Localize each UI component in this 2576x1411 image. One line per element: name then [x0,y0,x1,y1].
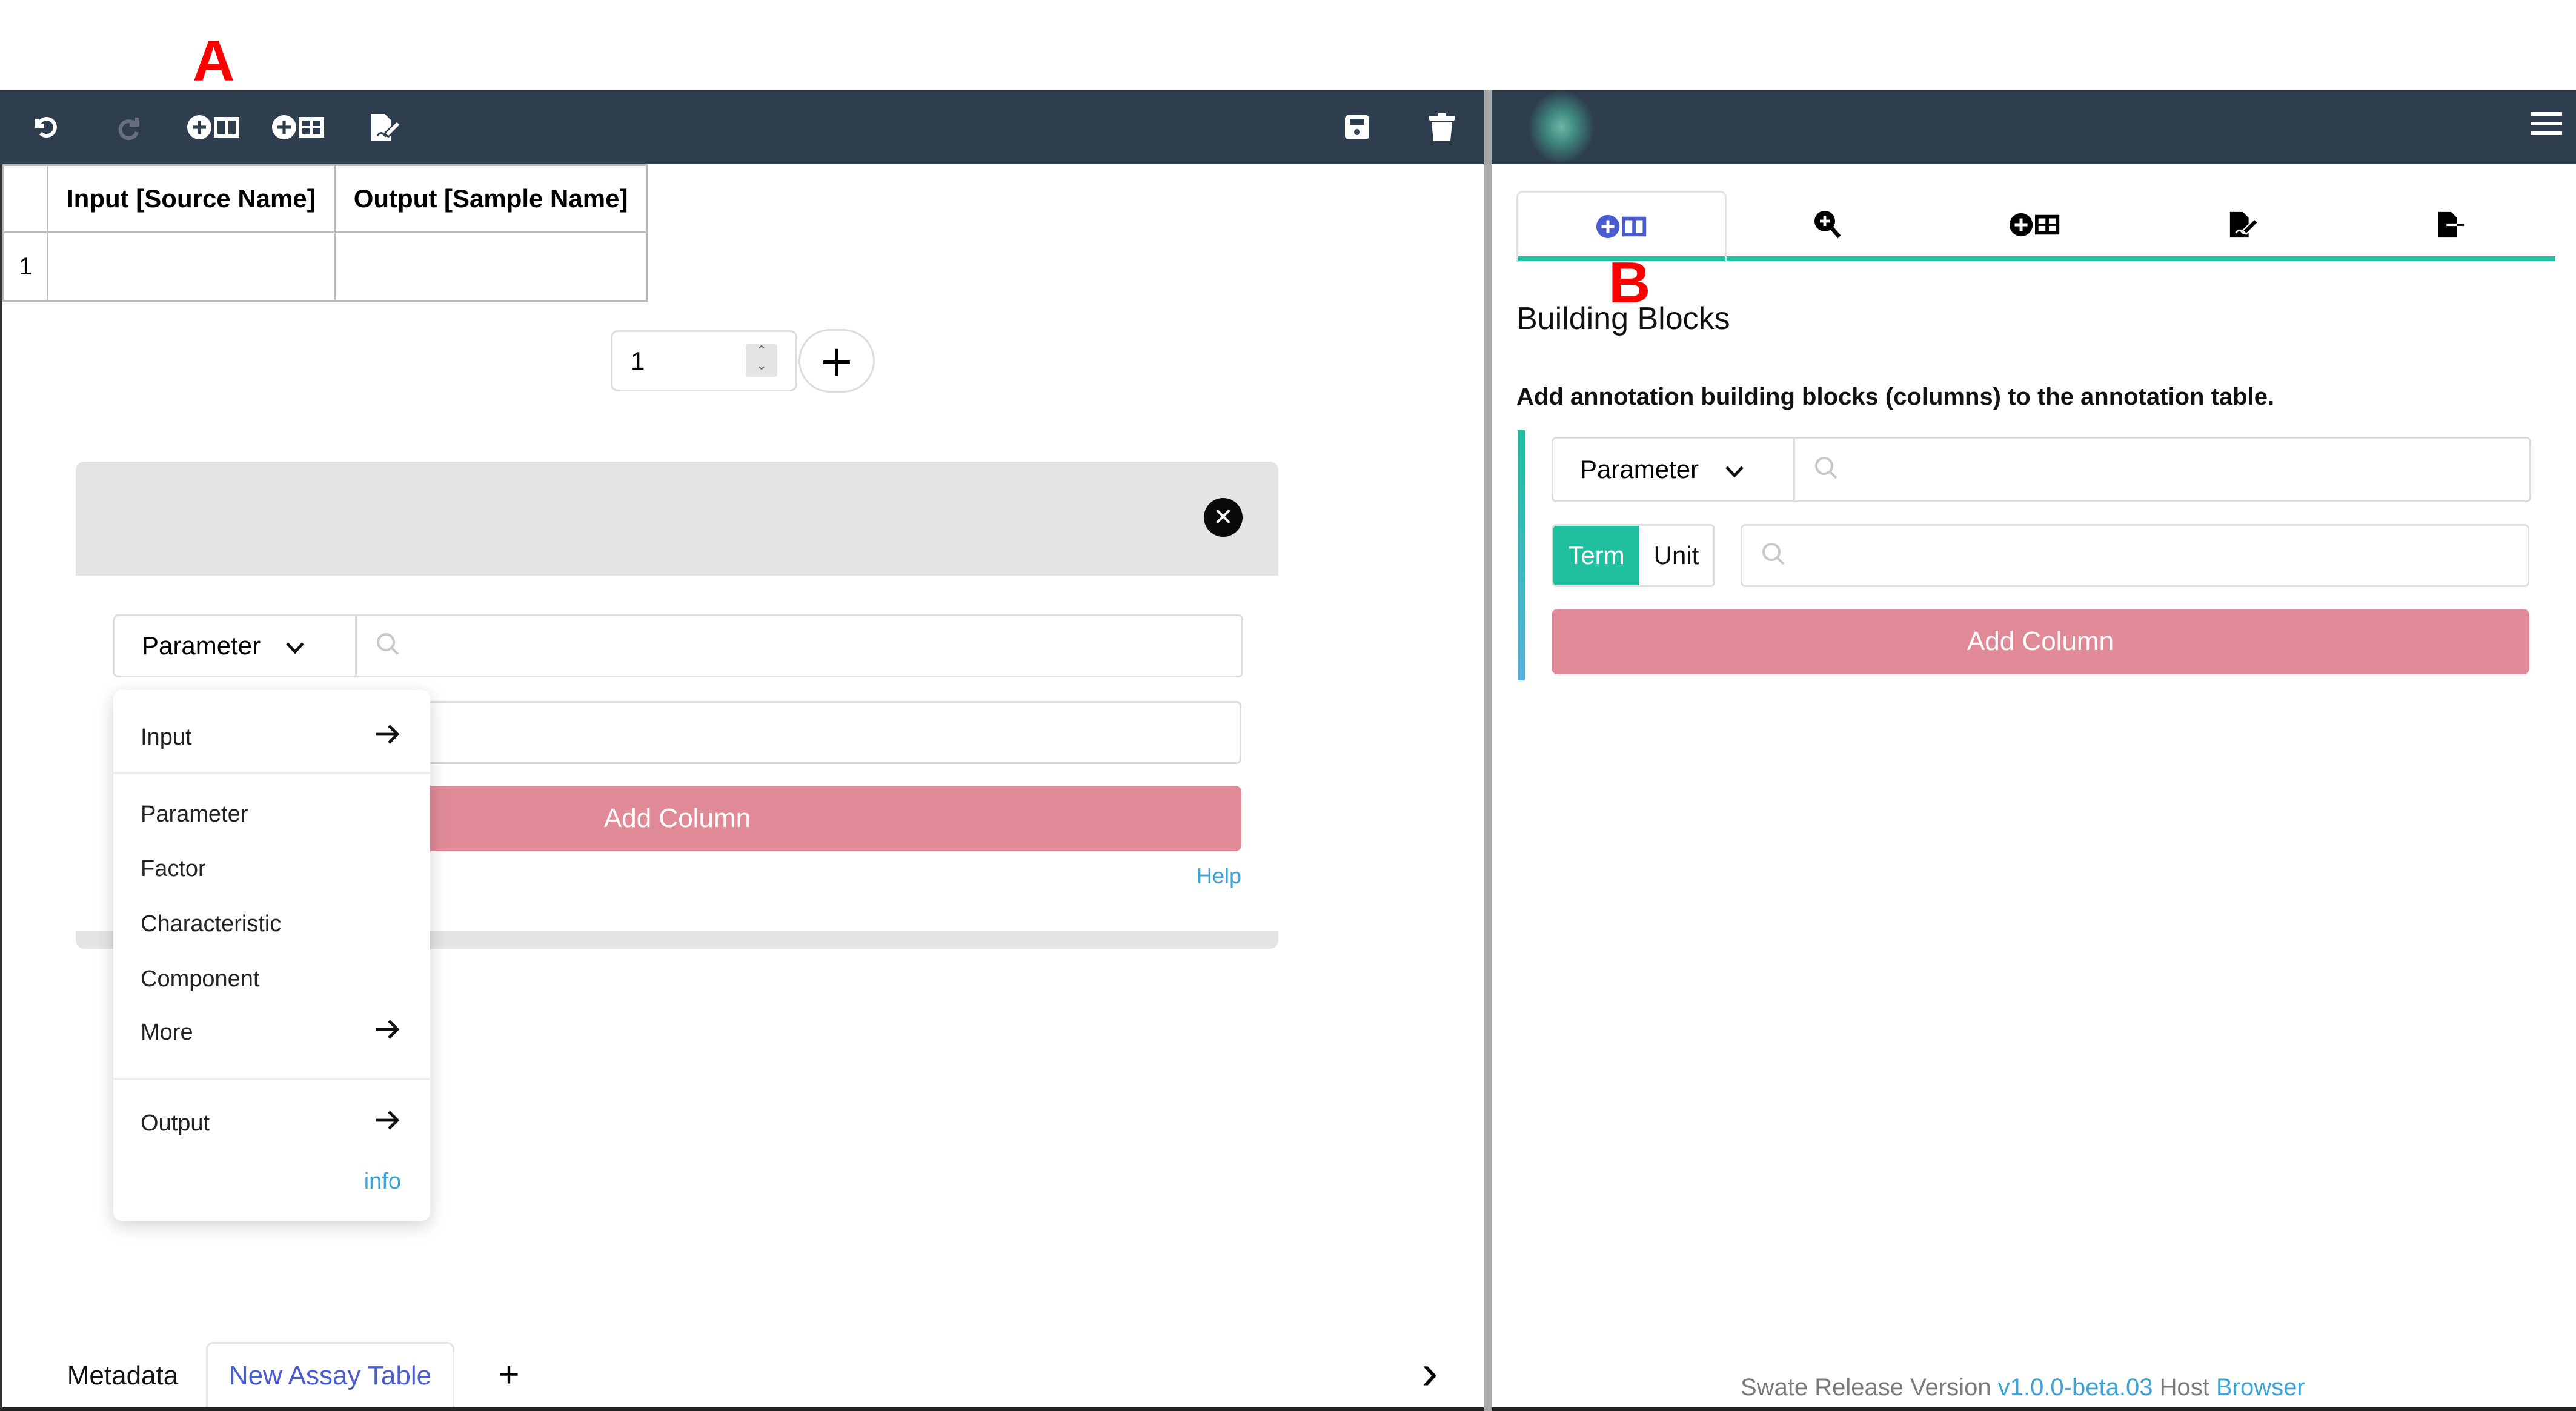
add-rows-button[interactable]: + [798,329,875,393]
scroll-tabs-right-button[interactable]: › [1406,1342,1454,1403]
menu-divider [113,1078,430,1080]
row-index-header [2,164,48,233]
file-signature-icon[interactable] [363,90,406,164]
table-cell[interactable] [47,231,336,302]
chevron-down-icon [1724,455,1745,484]
annotation-table-container: Input [Source Name] Output [Sample Name]… [2,164,648,302]
hamburger-menu-icon[interactable] [2531,108,2562,145]
menu-item-label: More [141,1019,193,1045]
host-label: Host [2159,1374,2209,1401]
annotation-table: Input [Source Name] Output [Sample Name]… [2,164,648,302]
tab-export[interactable] [2346,191,2555,259]
close-card-button[interactable]: ✕ [1204,498,1243,537]
menu-item-component[interactable]: Component [113,952,430,1006]
version-footer: Swate Release Version v1.0.0-beta.03 Hos… [1741,1374,2305,1401]
column-header-output[interactable]: Output [Sample Name] [333,164,648,233]
panel-description: Add annotation building blocks (columns)… [1516,383,2275,410]
add-template-icon[interactable] [270,90,327,164]
arrow-right-icon [374,1018,401,1046]
version-link[interactable]: v1.0.0-beta.03 [1998,1374,2153,1401]
menu-item-label: Output [141,1110,210,1136]
page-title: Building Blocks [1516,301,1730,336]
save-icon[interactable] [1339,90,1375,164]
tab-templates[interactable] [1931,191,2139,259]
redo-icon[interactable] [110,90,147,164]
search-icon [1813,455,1840,484]
menu-item-more[interactable]: More [113,1005,430,1060]
menu-item-label: Component [141,966,260,992]
arrow-right-icon [374,723,401,751]
menu-item-characteristic[interactable]: Characteristic [113,897,430,951]
version-prefix: Swate Release Version [1741,1374,1991,1401]
building-block-form-accent [1518,430,1525,680]
unit-search-input[interactable] [1741,524,2529,587]
add-table-button[interactable]: + [485,1344,533,1404]
menu-divider [113,772,430,774]
term-unit-toggle: Term Unit [1552,524,1715,587]
building-block-type-dropdown[interactable]: Parameter [1553,439,1795,500]
tab-term-search[interactable] [1723,191,1931,259]
card-type-dropdown-value: Parameter [142,631,261,660]
trash-icon[interactable] [1424,90,1460,164]
menu-item-label: Characteristic [141,911,282,937]
undo-icon[interactable] [27,90,64,164]
card-term-search-input[interactable] [357,616,1241,676]
menu-item-label: Factor [141,855,206,881]
help-link[interactable]: Help [1197,863,1241,889]
building-block-type-menu: Input Parameter Factor Characteristic Co… [113,690,430,1221]
menu-item-factor[interactable]: Factor [113,842,430,896]
stepper-arrows[interactable]: ⌃ ⌄ [746,344,777,377]
menu-item-output[interactable]: Output [113,1093,430,1154]
toggle-unit-button[interactable]: Unit [1639,526,1713,585]
menu-item-input[interactable]: Input [113,707,430,768]
building-block-type-value: Parameter [1580,455,1699,483]
building-block-selector: Parameter [1552,437,2531,502]
table-cell[interactable] [333,231,648,302]
arrow-right-icon [374,1109,401,1137]
right-tab-bar [1516,191,2555,261]
add-building-block-icon[interactable] [185,90,242,164]
building-block-term-search-input[interactable] [1795,439,2529,500]
annotation-label-a: A [193,28,235,93]
panel-splitter[interactable] [1484,90,1492,1411]
tab-building-blocks[interactable] [1516,191,1727,261]
search-plus-icon [1814,211,1841,239]
add-template-icon [2009,213,2059,237]
right-navbar [1492,90,2576,164]
building-block-card-header: ✕ [76,462,1278,576]
row-index-cell: 1 [2,231,48,302]
search-icon [375,631,402,660]
swate-logo[interactable] [1528,90,1595,164]
add-column-button[interactable]: Add Column [1552,609,2529,674]
menu-item-label: Input [141,724,192,750]
chevron-down-icon [285,631,305,660]
menu-item-parameter[interactable]: Parameter [113,787,430,842]
add-building-block-icon [1596,214,1646,239]
left-toolbar [0,90,1484,164]
card-type-dropdown[interactable]: Parameter [115,616,357,676]
toggle-term-button[interactable]: Term [1553,526,1639,585]
tab-metadata[interactable]: Metadata [55,1344,191,1407]
card-building-block-selector: Parameter [113,614,1243,677]
table-header-row: Input [Source Name] Output [Sample Name] [2,164,648,233]
file-signature-icon [2229,211,2259,238]
file-export-icon [2438,211,2466,238]
chevron-up-icon[interactable]: ⌃ [746,344,777,359]
tab-new-assay-table[interactable]: New Assay Table [206,1342,454,1407]
search-icon [1761,541,1787,570]
tab-file-signature[interactable] [2139,191,2346,259]
table-row: 1 [2,231,648,302]
column-header-input[interactable]: Input [Source Name] [47,164,336,233]
chevron-down-icon[interactable]: ⌄ [746,359,777,373]
menu-item-label: Parameter [141,801,248,827]
row-count-stepper[interactable]: 1 ⌃ ⌄ [611,330,797,391]
row-count-value: 1 [631,347,645,375]
menu-info-link[interactable]: info [364,1169,401,1195]
host-link[interactable]: Browser [2216,1374,2305,1401]
right-panel-bottom-border [1492,1407,2576,1411]
